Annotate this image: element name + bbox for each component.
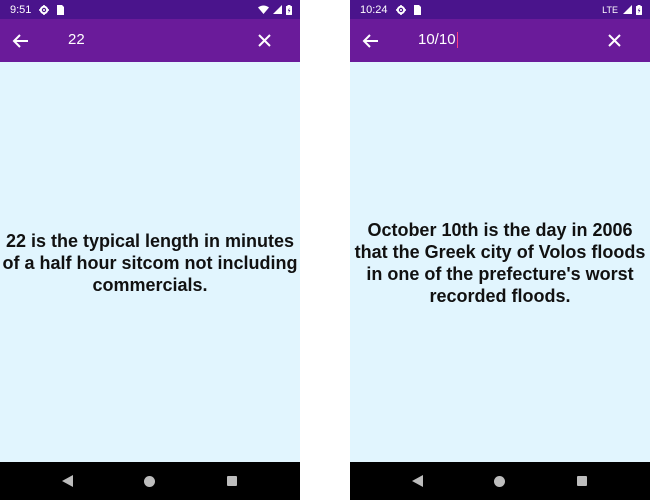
navigation-bar: [0, 462, 300, 500]
phone-screen-right: 10:24 LTE 10/10 October 10th is the day …: [350, 0, 650, 500]
cell-signal-icon: [623, 5, 632, 14]
nav-recents-icon[interactable]: [577, 476, 587, 486]
network-type-label: LTE: [602, 4, 618, 15]
navigation-bar: [350, 462, 650, 500]
search-input[interactable]: 22: [68, 31, 228, 49]
fact-content-area: 22 is the typical length in minutes of a…: [0, 62, 300, 462]
status-icons: LTE: [602, 0, 642, 19]
status-time: 9:51: [10, 3, 32, 16]
nav-home-icon[interactable]: [494, 476, 505, 487]
close-icon[interactable]: [606, 32, 623, 49]
battery-icon: [636, 4, 642, 15]
search-query-text: 10/10: [418, 31, 456, 48]
phone-screen-left: 9:51 22 22 is the typical length in minu…: [0, 0, 300, 500]
fact-content-area: October 10th is the day in 2006 that the…: [350, 62, 650, 462]
search-app-bar: 22: [0, 19, 300, 62]
close-icon[interactable]: [256, 32, 273, 49]
arrow-back-icon[interactable]: [361, 32, 379, 50]
fact-text: October 10th is the day in 2006 that the…: [354, 220, 646, 306]
status-bar: 10:24 LTE: [350, 0, 650, 19]
nav-back-icon[interactable]: [412, 475, 424, 487]
status-bar: 9:51: [0, 0, 300, 19]
sim-card-icon: [413, 4, 421, 15]
nav-recents-icon[interactable]: [227, 476, 237, 486]
gear-icon: [395, 4, 406, 15]
sim-card-icon: [57, 4, 65, 15]
search-input[interactable]: 10/10: [418, 31, 578, 49]
fact-text: 22 is the typical length in minutes of a…: [2, 231, 298, 295]
search-app-bar: 10/10: [350, 19, 650, 62]
nav-home-icon[interactable]: [144, 476, 155, 487]
gear-icon: [39, 4, 50, 15]
search-query-text: 22: [68, 31, 85, 48]
arrow-back-icon[interactable]: [11, 32, 29, 50]
status-icons: [258, 0, 292, 19]
wifi-icon: [258, 5, 269, 14]
nav-back-icon[interactable]: [62, 475, 74, 487]
status-time: 10:24: [360, 3, 388, 16]
text-cursor: [456, 32, 458, 49]
cell-signal-icon: [273, 5, 282, 14]
battery-icon: [286, 4, 292, 15]
